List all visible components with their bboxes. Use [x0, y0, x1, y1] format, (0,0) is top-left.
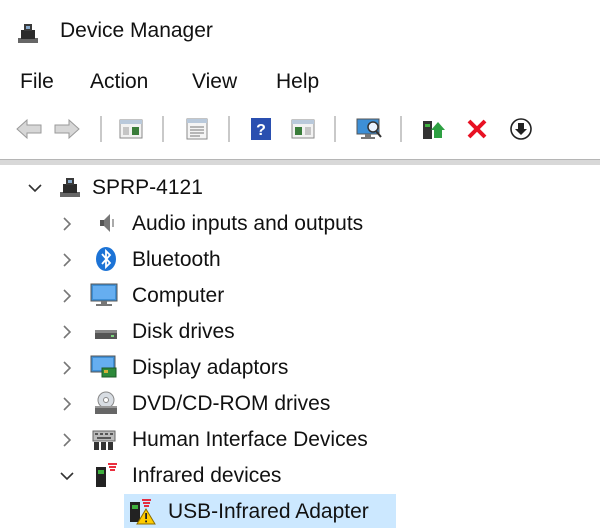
- toolbar-separator: [334, 116, 336, 142]
- chevron-right-icon[interactable]: [58, 431, 76, 449]
- show-hide-console-tree-icon[interactable]: [116, 114, 146, 144]
- menu-action[interactable]: Action: [90, 70, 148, 94]
- toolbar-separator: [228, 116, 230, 142]
- infrared-icon[interactable]: [92, 461, 120, 489]
- tree-item-display-adaptors[interactable]: Display adaptors: [132, 356, 288, 380]
- svg-text:?: ?: [256, 122, 266, 139]
- update-driver-icon[interactable]: [418, 114, 448, 144]
- tree-item-computer[interactable]: Computer: [132, 284, 224, 308]
- help-icon[interactable]: ?: [246, 114, 276, 144]
- forward-arrow-icon[interactable]: [52, 114, 82, 144]
- tree-item-hid[interactable]: Human Interface Devices: [132, 428, 368, 452]
- toolbar: ?: [0, 110, 600, 150]
- title-bar: Device Manager: [0, 0, 600, 60]
- properties-icon[interactable]: [182, 114, 212, 144]
- disable-device-icon[interactable]: [506, 114, 536, 144]
- speaker-icon[interactable]: [92, 209, 120, 237]
- infrared-warning-icon[interactable]: [128, 497, 156, 525]
- display-adapter-icon[interactable]: [90, 353, 118, 381]
- action-pane-icon[interactable]: [288, 114, 318, 144]
- toolbar-separator: [162, 116, 164, 142]
- back-arrow-icon[interactable]: [14, 114, 44, 144]
- tree-item-usb-infrared-adapter[interactable]: USB-Infrared Adapter: [168, 500, 369, 524]
- chevron-right-icon[interactable]: [58, 323, 76, 341]
- tree-item-disk-drives[interactable]: Disk drives: [132, 320, 235, 344]
- menu-help[interactable]: Help: [276, 70, 319, 94]
- chevron-right-icon[interactable]: [58, 251, 76, 269]
- chevron-down-icon[interactable]: [26, 179, 44, 197]
- menu-file[interactable]: File: [20, 70, 54, 94]
- tree-item-bluetooth[interactable]: Bluetooth: [132, 248, 221, 272]
- chevron-right-icon[interactable]: [58, 287, 76, 305]
- chevron-right-icon[interactable]: [58, 359, 76, 377]
- tree-item-dvd-cd-rom[interactable]: DVD/CD-ROM drives: [132, 392, 330, 416]
- monitor-icon[interactable]: [90, 281, 118, 309]
- computer-root-icon[interactable]: [56, 173, 84, 201]
- disk-drive-icon[interactable]: [92, 317, 120, 345]
- tree-root-label[interactable]: SPRP-4121: [92, 176, 203, 200]
- menu-bar: File Action View Help: [0, 70, 600, 100]
- toolbar-divider: [0, 159, 600, 165]
- uninstall-device-icon[interactable]: [462, 114, 492, 144]
- chevron-right-icon[interactable]: [58, 395, 76, 413]
- chevron-down-icon[interactable]: [58, 467, 76, 485]
- toolbar-separator: [400, 116, 402, 142]
- device-manager-icon: [16, 21, 40, 45]
- menu-view[interactable]: View: [192, 70, 237, 94]
- scan-hardware-changes-icon[interactable]: [354, 114, 384, 144]
- window-title: Device Manager: [60, 19, 213, 42]
- tree-item-infrared[interactable]: Infrared devices: [132, 464, 281, 488]
- toolbar-separator: [100, 116, 102, 142]
- chevron-right-icon[interactable]: [58, 215, 76, 233]
- dvd-drive-icon[interactable]: [92, 389, 120, 417]
- tree-item-audio[interactable]: Audio inputs and outputs: [132, 212, 363, 236]
- bluetooth-icon[interactable]: [92, 245, 120, 273]
- hid-keyboard-icon[interactable]: [90, 425, 118, 453]
